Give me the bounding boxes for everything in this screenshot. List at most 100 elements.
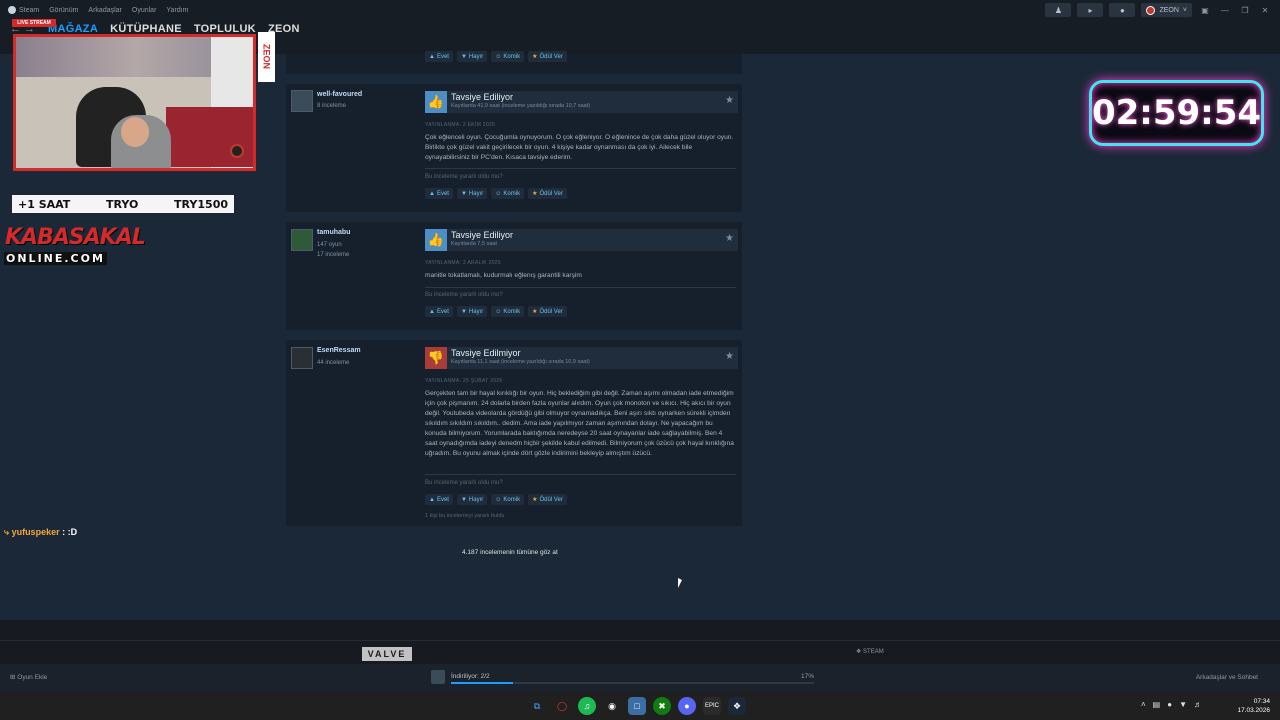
review-hours: Kayıtlarda 7,5 saat <box>451 241 497 247</box>
system-clock[interactable]: 07:34 17.03.2026 <box>1237 697 1270 715</box>
author-name[interactable]: EsenRessam <box>317 347 361 354</box>
spotify-icon[interactable]: ♫ <box>578 697 596 715</box>
review-verdict[interactable]: Tavsiye Edilmiyor <box>451 348 521 358</box>
vote-row-previous: ▲ Evet ▼ Hayır ☺ Komik ★ Ödül Ver <box>425 51 567 62</box>
friends-activity-button[interactable]: ♟ <box>1045 3 1072 17</box>
review-verdict[interactable]: Tavsiye Ediliyor <box>451 92 513 102</box>
steam-icon[interactable]: ❖ <box>728 697 746 715</box>
author-meta: 8 inceleme <box>317 103 347 109</box>
divider <box>0 640 1280 641</box>
sponsor-logo-title: KABASAKAL <box>5 225 146 250</box>
vote-funny-button[interactable]: ☺ Komik <box>491 494 525 505</box>
xbox-icon[interactable]: ✖ <box>653 697 671 715</box>
award-icon: ★ <box>532 54 538 60</box>
clock-date: 17.03.2026 <box>1237 707 1270 714</box>
network-icon[interactable]: ▤ <box>1153 700 1161 709</box>
minimize-icon[interactable]: — <box>1218 6 1232 15</box>
award-button[interactable]: ★ Ödül Ver <box>528 306 567 317</box>
divider <box>425 474 736 475</box>
obs-icon[interactable]: ◉ <box>603 697 621 715</box>
review-author: well-favoured 8 inceleme <box>291 90 421 112</box>
download-progress-fill <box>451 682 513 684</box>
steam-logo[interactable]: ❖ STEAM <box>856 648 884 655</box>
vote-no-button[interactable]: ▼ Hayır <box>456 306 488 317</box>
download-percent: 17% <box>801 673 815 680</box>
star-icon[interactable]: ★ <box>725 351 734 362</box>
thumbs-down-icon: ▼ <box>460 308 467 315</box>
thumbs-down-icon: ▼ <box>460 53 467 60</box>
author-name[interactable]: well-favoured <box>317 91 362 98</box>
see-all-reviews-link[interactable]: 4.187 incelemenin tümüne göz at <box>462 549 558 556</box>
vote-yes-button[interactable]: ▲ Evet <box>425 188 453 199</box>
star-icon[interactable]: ★ <box>725 95 734 106</box>
award-button[interactable]: ★ Ödül Ver <box>528 51 567 62</box>
friends-chat-button[interactable]: Arkadaşlar ve Sohbet <box>1196 674 1258 681</box>
download-progress-bar[interactable] <box>451 682 814 684</box>
avatar[interactable] <box>291 90 313 112</box>
wifi-icon[interactable]: ▼ <box>1179 700 1187 709</box>
system-tray: ˄ ▤ ● ▼ ♬ <box>1141 700 1202 709</box>
menu-item-steam[interactable]: Steam <box>8 6 39 14</box>
vote-no-button[interactable]: ▼ Hayır <box>456 188 488 199</box>
download-status[interactable]: İndiriliyor: 2/2 <box>451 673 490 680</box>
vote-yes-button[interactable]: ▲ Evet <box>425 494 453 505</box>
app-icon[interactable]: □ <box>628 697 646 715</box>
vote-funny-button[interactable]: ☺ Komik <box>491 188 525 199</box>
menu-item-help[interactable]: Yardım <box>166 7 188 14</box>
notifications-button[interactable]: ● <box>1109 3 1136 17</box>
author-name[interactable]: tamuhabu <box>317 229 350 236</box>
big-picture-icon[interactable]: ▣ <box>1198 6 1212 15</box>
megaphone-icon: ▸ <box>1088 5 1093 15</box>
add-game-button[interactable]: ⊞ Oyun Ekle <box>10 673 47 681</box>
vote-no-button[interactable]: ▼ Hayır <box>456 494 488 505</box>
sponsor-logo-url: ONLINE.COM <box>4 252 107 265</box>
steam-status-bar <box>0 664 1280 692</box>
smile-icon: ☺ <box>495 53 502 60</box>
menu-bar: Steam Görünüm Arkadaşlar Oyunlar Yardım <box>0 6 188 14</box>
review-text: Çok eğlenceli oyun. Çocuğumla oynuyorum.… <box>425 134 734 161</box>
helpful-question: Bu inceleme yararlı oldu mu? <box>425 292 503 298</box>
chevron-up-icon[interactable]: ˄ <box>1141 700 1146 709</box>
maximize-icon[interactable]: ❐ <box>1238 6 1252 15</box>
award-icon: ★ <box>532 497 538 503</box>
volume-icon[interactable]: ♬ <box>1194 700 1202 709</box>
discord-icon[interactable]: ● <box>678 697 696 715</box>
review-author: tamuhabu 147 oyun 17 inceleme <box>291 229 421 258</box>
vote-row: ▲ Evet ▼ Hayır ☺ Komik ★ Ödül Ver <box>425 306 567 317</box>
promo-banner: +1 SAAT TRYO TRY1500 <box>12 195 234 213</box>
window-titlebar: Steam Görünüm Arkadaşlar Oyunlar Yardım … <box>0 0 1280 20</box>
author-meta: 44 inceleme <box>317 360 350 366</box>
vote-yes-button[interactable]: ▲ Evet <box>425 306 453 317</box>
avatar[interactable] <box>291 229 313 251</box>
avatar[interactable] <box>291 347 313 369</box>
award-button[interactable]: ★ Ödül Ver <box>528 188 567 199</box>
review-date: YAYINLANMA: 3 ARALIK 2025 <box>425 260 501 266</box>
taskbar-apps: ⧉ ◯ ♫ ◉ □ ✖ ● EPIC ❖ <box>528 697 746 715</box>
vote-yes-button[interactable]: ▲ Evet <box>425 51 453 62</box>
vote-row: ▲ Evet ▼ Hayır ☺ Komik ★ Ödül Ver <box>425 188 567 199</box>
review-header: 👍 Tavsiye Ediliyor Kayıtlarda 7,5 saat ★ <box>425 229 738 251</box>
award-button[interactable]: ★ Ödül Ver <box>528 494 567 505</box>
menu-item-view[interactable]: Görünüm <box>49 7 78 14</box>
microphone-icon[interactable]: ● <box>1167 700 1172 709</box>
epic-games-icon[interactable]: EPIC <box>703 697 721 715</box>
game-icon[interactable] <box>431 670 445 684</box>
chat-icon: ⤷ <box>4 527 10 537</box>
review-date: YAYINLANMA: 2 EKİM 2025 <box>425 122 496 128</box>
vote-no-button[interactable]: ▼ Hayır <box>456 51 488 62</box>
vote-funny-button[interactable]: ☺ Komik <box>491 51 525 62</box>
star-icon[interactable]: ★ <box>725 233 734 244</box>
announcements-button[interactable]: ▸ <box>1077 3 1104 17</box>
account-menu[interactable]: ZEON ˅ <box>1141 3 1192 17</box>
menu-item-friends[interactable]: Arkadaşlar <box>88 7 121 14</box>
thumbs-down-icon: ▼ <box>460 190 467 197</box>
mouse-cursor <box>678 578 682 588</box>
menu-item-games[interactable]: Oyunlar <box>132 7 157 14</box>
review-header: 👍 Tavsiye Ediliyor Kayıtlarda 41,9 saat … <box>425 91 738 113</box>
start-icon[interactable]: ⧉ <box>528 697 546 715</box>
close-icon[interactable]: ✕ <box>1258 6 1272 15</box>
valve-logo[interactable]: VALVE <box>362 647 412 661</box>
vote-funny-button[interactable]: ☺ Komik <box>491 306 525 317</box>
opera-icon[interactable]: ◯ <box>553 697 571 715</box>
review-verdict[interactable]: Tavsiye Ediliyor <box>451 230 513 240</box>
